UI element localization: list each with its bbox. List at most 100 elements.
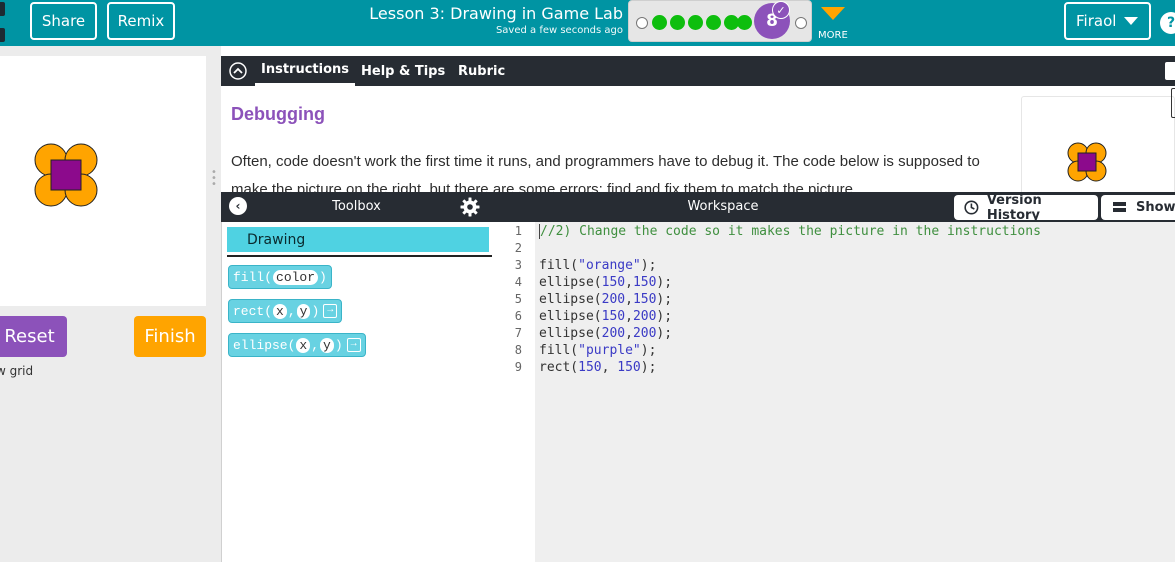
tab-rubric[interactable]: Rubric: [458, 56, 505, 86]
code-line[interactable]: fill("purple");: [539, 342, 656, 359]
block-ellipse-name: ellipse: [233, 337, 288, 353]
instructions-content: Debugging Often, code doesn't work the f…: [221, 86, 1175, 194]
visualization-panel: • • • Reset Finish w grid: [0, 46, 221, 562]
clock-icon: [964, 200, 979, 215]
show-blocks-button[interactable]: Show: [1101, 195, 1175, 220]
progress-bar: 8 ✓: [628, 0, 812, 42]
code-token: );: [656, 326, 673, 341]
code-line[interactable]: //2) Change the code so it makes the pic…: [539, 223, 1041, 240]
progress-dot[interactable]: [688, 15, 703, 30]
more-label[interactable]: MORE: [818, 30, 848, 41]
code-line[interactable]: fill("orange");: [539, 257, 656, 274]
collapse-up-icon[interactable]: [229, 62, 247, 80]
code-token: );: [656, 309, 673, 324]
code-line[interactable]: ellipse(200,150);: [539, 291, 672, 308]
version-history-label: Version History: [986, 192, 1042, 223]
code-line[interactable]: rect(150, 150);: [539, 359, 656, 376]
progress-dot[interactable]: [636, 17, 648, 29]
code-token: ,: [625, 292, 633, 307]
saved-status: Saved a few seconds ago: [495, 25, 623, 36]
code-token: 150: [617, 360, 641, 375]
show-blocks-label: Show: [1136, 200, 1175, 215]
scroll-indicator[interactable]: [1171, 88, 1175, 118]
check-icon: ✓: [772, 1, 790, 19]
progress-dot[interactable]: [737, 15, 752, 30]
block-ellipse-param-y: y: [320, 337, 334, 353]
toolbox-panel: Drawing fill(color) rect(x, y) → ellipse(…: [221, 222, 493, 562]
block-ellipse[interactable]: ellipse(x, y) →: [228, 333, 366, 357]
line-number: 2: [514, 241, 522, 255]
lesson-title: Lesson 3: Drawing in Game Lab: [369, 4, 623, 23]
code-token: ,: [625, 309, 633, 324]
code-token: ellipse(: [539, 275, 602, 290]
progress-dot[interactable]: [652, 15, 667, 30]
code-token: 150: [578, 360, 602, 375]
version-history-button[interactable]: Version History: [954, 192, 1098, 223]
more-chevron-icon[interactable]: [820, 6, 846, 22]
block-rect-param-x: x: [273, 303, 287, 319]
code-line[interactable]: ellipse(200,200);: [539, 325, 672, 342]
code-token: fill(: [539, 343, 579, 358]
code-token: ellipse(: [539, 309, 602, 324]
reference-image[interactable]: [1021, 96, 1175, 194]
code-token: );: [656, 292, 673, 307]
finish-button[interactable]: Finish: [134, 316, 206, 357]
reset-button[interactable]: Reset: [0, 316, 67, 357]
tab-bar-edge-button[interactable]: [1165, 62, 1175, 80]
remix-button[interactable]: Remix: [107, 2, 175, 40]
line-number-gutter: 1 2 3 4 5 6 7 8 9: [492, 222, 535, 562]
code-editor[interactable]: //2) Change the code so it makes the pic…: [535, 222, 1175, 562]
line-number: 3: [514, 258, 522, 272]
purple-rect: [50, 159, 82, 191]
show-grid-label[interactable]: w grid: [0, 364, 33, 378]
more-params-icon: →: [346, 338, 361, 352]
user-menu-button[interactable]: Firaol: [1064, 2, 1151, 40]
instructions-text: Often, code doesn't work the first time …: [231, 153, 980, 194]
code-token: 200: [601, 326, 626, 341]
code-token: 200: [632, 326, 657, 341]
gear-icon[interactable]: [460, 197, 480, 217]
block-fill[interactable]: fill(color): [228, 265, 332, 289]
game-canvas[interactable]: [0, 56, 206, 306]
code-token: ,: [625, 326, 633, 341]
code-token: 150: [601, 275, 626, 290]
tab-help-tips[interactable]: Help & Tips: [361, 56, 445, 86]
block-fill-param-color: color: [273, 269, 319, 285]
code-token: "purple": [578, 343, 641, 358]
code-token: );: [656, 275, 673, 290]
panel-resize-handle[interactable]: • • •: [211, 168, 217, 190]
progress-dot[interactable]: [670, 15, 685, 30]
header-bar: Share Remix Lesson 3: Drawing in Game La…: [0, 0, 1175, 46]
code-token: ,: [601, 360, 618, 375]
header-edge-icon[interactable]: [0, 2, 5, 42]
block-rect-name: rect: [233, 303, 265, 319]
instructions-heading: Debugging: [231, 104, 325, 124]
line-number: 6: [514, 309, 522, 323]
code-line[interactable]: ellipse(150,150);: [539, 274, 672, 291]
line-number: 7: [514, 326, 522, 340]
progress-dot[interactable]: [706, 15, 721, 30]
category-divider: [227, 255, 493, 257]
share-button[interactable]: Share: [30, 2, 97, 40]
category-drawing[interactable]: Drawing: [227, 227, 489, 252]
code-token: ellipse(: [539, 326, 602, 341]
code-token: "orange": [578, 258, 641, 273]
canvas-drawing: [34, 143, 98, 207]
block-fill-name: fill: [233, 269, 265, 285]
workspace-title: Workspace: [687, 199, 759, 214]
toolbox-header: ‹ Toolbox: [221, 192, 492, 222]
help-icon[interactable]: ?: [1160, 12, 1175, 34]
instructions-tab-bar: Instructions Help & Tips Rubric: [221, 56, 1175, 86]
code-token: ,: [625, 275, 633, 290]
code-token: );: [640, 343, 657, 358]
block-ellipse-param-x: x: [296, 337, 311, 353]
blocks-icon: [1113, 202, 1126, 212]
code-token: 150: [601, 309, 626, 324]
block-rect[interactable]: rect(x, y) →: [228, 299, 343, 323]
user-name: Firaol: [1076, 12, 1117, 30]
line-number: 4: [514, 275, 522, 289]
progress-dot[interactable]: [795, 17, 807, 29]
line-number: 1: [514, 224, 522, 238]
code-line[interactable]: ellipse(150,200);: [539, 308, 672, 325]
tab-instructions[interactable]: Instructions: [255, 56, 356, 86]
